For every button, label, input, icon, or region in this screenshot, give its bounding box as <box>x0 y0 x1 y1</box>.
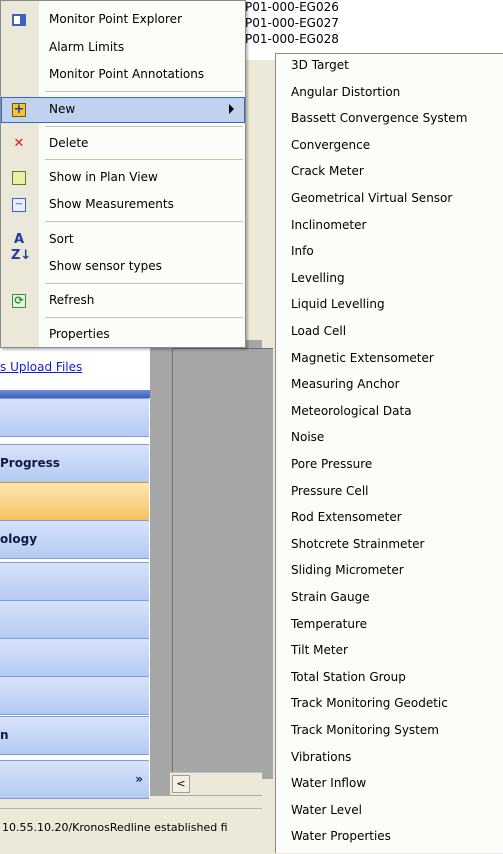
upload-files-link[interactable]: s Upload Files <box>0 360 82 374</box>
submenu-item[interactable]: Pore Pressure <box>291 457 372 471</box>
nav-item[interactable]: ology <box>0 520 149 559</box>
menu-item-monitor-point-annotations[interactable]: Monitor Point Annotations <box>1 62 245 88</box>
nav-item[interactable] <box>0 562 149 601</box>
submenu-item[interactable]: Magnetic Extensometer <box>291 351 434 365</box>
menu-item-refresh[interactable]: ⟳ Refresh <box>1 288 245 314</box>
menu-separator <box>45 317 243 318</box>
submenu-item[interactable]: Total Station Group <box>291 670 406 684</box>
submenu-arrow-icon <box>229 104 234 114</box>
menu-item-label: Monitor Point Explorer <box>49 12 183 26</box>
submenu-item[interactable]: Strain Gauge <box>291 590 370 604</box>
menu-item-label: Sort <box>49 232 74 246</box>
nav-item-label: ology <box>0 532 38 546</box>
delete-icon: ✕ <box>13 136 25 151</box>
submenu-item[interactable]: Geometrical Virtual Sensor <box>291 191 452 205</box>
menu-item-show-sensor-types[interactable]: Show sensor types <box>1 254 245 280</box>
nav-item[interactable] <box>0 638 149 677</box>
menu-item-sort[interactable]: A Z↓ Sort <box>1 227 245 263</box>
menu-item-delete[interactable]: ✕ Delete <box>1 131 245 157</box>
status-bar: 10.55.10.20/KronosRedline established fi <box>0 808 262 854</box>
workspace-frame <box>172 348 273 779</box>
list-item[interactable]: P01-000-EG026 <box>245 0 339 14</box>
menu-item-label: Delete <box>49 136 89 150</box>
menu-item-label: Show Measurements <box>49 197 174 211</box>
list-item[interactable]: P01-000-EG028 <box>245 32 339 46</box>
submenu-item[interactable]: Measuring Anchor <box>291 377 400 391</box>
nav-item[interactable]: n <box>0 716 149 755</box>
monitor-point-list: P01-000-EG026 P01-000-EG027 P01-000-EG02… <box>240 0 503 60</box>
menu-separator <box>45 159 243 160</box>
submenu-item[interactable]: Levelling <box>291 271 345 285</box>
refresh-icon: ⟳ <box>11 293 27 309</box>
explorer-icon <box>11 12 27 28</box>
submenu-item[interactable]: Tilt Meter <box>291 643 348 657</box>
submenu-item[interactable]: Track Monitoring System <box>291 723 439 737</box>
menu-item-label: Properties <box>49 327 110 341</box>
nav-item[interactable]: Progress <box>0 444 149 483</box>
nav-item[interactable]: » <box>0 760 149 799</box>
submenu-item[interactable]: Convergence <box>291 138 370 152</box>
menu-separator <box>45 126 243 127</box>
sort-icon: A Z↓ <box>11 232 32 263</box>
workspace-area <box>150 340 273 796</box>
menu-separator <box>45 283 243 284</box>
new-icon: + <box>12 102 26 117</box>
submenu-item[interactable]: Shotcrete Strainmeter <box>291 537 424 551</box>
submenu-item[interactable]: Meteorological Data <box>291 404 412 418</box>
nav-header-bar <box>0 390 150 398</box>
submenu-item[interactable]: Sliding Micrometer <box>291 563 404 577</box>
menu-item-alarm-limits[interactable]: Alarm Limits <box>1 35 245 61</box>
menu-item-label: Refresh <box>49 293 95 307</box>
submenu-item[interactable]: Crack Meter <box>291 164 364 178</box>
nav-item-label: Progress <box>0 456 60 470</box>
submenu-item[interactable]: Water Properties <box>291 829 391 843</box>
plan-view-icon <box>11 170 27 186</box>
menu-separator <box>45 221 243 222</box>
nav-item[interactable] <box>0 600 149 639</box>
submenu-item[interactable]: Temperature <box>291 617 367 631</box>
submenu-item[interactable]: Water Level <box>291 803 362 817</box>
measurements-icon: ~ <box>11 197 27 213</box>
scroll-left-icon[interactable]: < <box>172 775 190 793</box>
menu-item-label: Alarm Limits <box>49 40 125 54</box>
menu-item-monitor-point-explorer[interactable]: Monitor Point Explorer <box>1 7 245 33</box>
submenu-item[interactable]: Noise <box>291 430 324 444</box>
menu-item-label: Monitor Point Annotations <box>49 67 205 81</box>
nav-item-label: n <box>0 728 9 742</box>
menu-item-label: New <box>49 102 76 116</box>
menu-item-label: Show sensor types <box>49 259 162 273</box>
horizontal-scrollbar[interactable]: < <box>170 772 262 795</box>
submenu-item[interactable]: 3D Target <box>291 58 349 72</box>
menu-item-properties[interactable]: Properties <box>1 322 245 348</box>
menu-item-show-measurements[interactable]: ~ Show Measurements <box>1 192 245 218</box>
submenu-item[interactable]: Info <box>291 244 314 258</box>
menu-item-show-in-plan-view[interactable]: Show in Plan View <box>1 165 245 191</box>
menu-separator <box>45 91 243 92</box>
submenu-item[interactable]: Water Inflow <box>291 776 366 790</box>
submenu-item[interactable]: Vibrations <box>291 750 351 764</box>
submenu-item[interactable]: Pressure Cell <box>291 484 368 498</box>
submenu-item[interactable]: Track Monitoring Geodetic <box>291 696 448 710</box>
submenu-item[interactable]: Rod Extensometer <box>291 510 402 524</box>
context-menu: Monitor Point Explorer Alarm Limits Moni… <box>0 0 246 348</box>
submenu-item[interactable]: Load Cell <box>291 324 346 338</box>
nav-item[interactable] <box>0 482 149 521</box>
status-text: 10.55.10.20/KronosRedline established fi <box>2 821 228 834</box>
menu-item-new[interactable]: + New <box>1 97 245 123</box>
submenu-item[interactable]: Inclinometer <box>291 218 366 232</box>
new-submenu: 3D Target Angular Distortion Bassett Conve… <box>275 53 503 853</box>
submenu-item[interactable]: Angular Distortion <box>291 85 400 99</box>
menu-item-label: Show in Plan View <box>49 170 158 184</box>
nav-overflow-chevron-icon[interactable]: » <box>135 761 143 798</box>
nav-item[interactable] <box>0 398 149 437</box>
list-item[interactable]: P01-000-EG027 <box>245 16 339 30</box>
submenu-item[interactable]: Liquid Levelling <box>291 297 385 311</box>
nav-item[interactable] <box>0 676 149 715</box>
submenu-item[interactable]: Bassett Convergence System <box>291 111 467 125</box>
